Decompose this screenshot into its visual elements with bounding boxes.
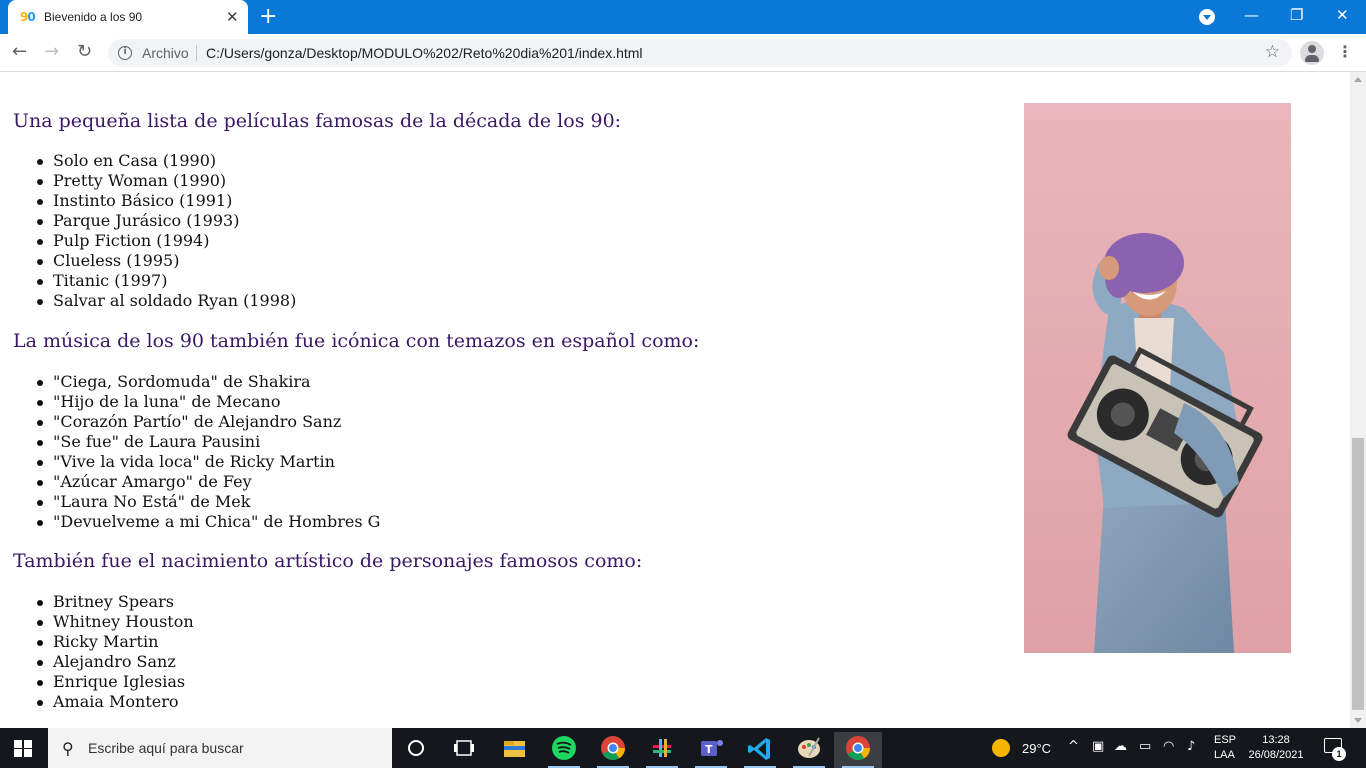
list-item: Parque Jurásico (1993) <box>36 211 296 231</box>
reload-icon[interactable]: ↻ <box>77 41 92 62</box>
site-info-icon[interactable]: i <box>118 46 132 60</box>
list-item: "Vive la vida loca" de Ricky Martin <box>36 452 380 472</box>
list-item: Solo en Casa (1990) <box>36 151 296 171</box>
slack-icon[interactable] <box>638 732 686 768</box>
taskbar-search-box[interactable]: ⚲ Escribe aquí para buscar <box>48 728 392 768</box>
taskbar-clock[interactable]: 13:28 26/08/2021 <box>1246 733 1306 763</box>
list-item: Clueless (1995) <box>36 251 296 271</box>
vscode-icon[interactable] <box>736 732 784 768</box>
svg-text:T: T <box>705 743 713 756</box>
notification-count-badge: 1 <box>1332 747 1346 761</box>
list-item: Alejandro Sanz <box>37 652 194 672</box>
address-bar[interactable]: i Archivo C:/Users/gonza/Desktop/MODULO%… <box>108 39 1292 67</box>
list-item: "Corazón Partío" de Alejandro Sanz <box>36 412 380 432</box>
movies-list: Solo en Casa (1990) Pretty Woman (1990) … <box>36 151 297 311</box>
browser-toolbar: ← → ↻ i Archivo C:/Users/gonza/Desktop/M… <box>0 34 1366 72</box>
hero-photo <box>1024 103 1291 653</box>
search-icon: ⚲ <box>62 739 74 758</box>
more-menu-icon[interactable]: ⋮ <box>1337 42 1353 61</box>
profile-avatar-icon[interactable] <box>1300 41 1324 65</box>
bookmark-star-icon[interactable]: ☆ <box>1265 42 1280 62</box>
tab-title: Bievenido a los 90 <box>44 10 143 24</box>
list-item: "Azúcar Amargo" de Fey <box>36 472 380 492</box>
scrollbar-thumb[interactable] <box>1352 438 1364 710</box>
paint-icon[interactable] <box>785 732 833 768</box>
list-item: Salvar al soldado Ryan (1998) <box>36 291 297 310</box>
restore-icon[interactable]: ❐ <box>1290 6 1303 24</box>
list-item: "Hijo de la luna" de Mecano <box>36 392 380 412</box>
minimize-icon[interactable]: — <box>1244 6 1259 24</box>
list-item: "Laura No Está" de Mek <box>36 492 380 512</box>
teams-icon[interactable]: T <box>687 732 735 768</box>
new-tab-button[interactable]: + <box>259 4 277 29</box>
list-item: Pulp Fiction (1994) <box>36 231 296 251</box>
wifi-icon[interactable]: ◠ <box>1163 739 1174 754</box>
woman-with-boombox-image <box>1024 103 1291 653</box>
list-item: "Devuelveme a mi Chica" de Hombres G <box>36 512 381 531</box>
list-item: Whitney Houston <box>37 612 194 631</box>
music-heading: La música de los 90 también fue icónica … <box>13 330 700 352</box>
spotify-icon[interactable] <box>540 732 588 768</box>
tab-close-icon[interactable]: ✕ <box>226 8 239 26</box>
address-divider <box>196 45 197 61</box>
scroll-down-icon[interactable] <box>1354 718 1362 723</box>
chrome-icon[interactable] <box>589 732 637 768</box>
battery-icon[interactable]: ▭ <box>1139 739 1151 754</box>
list-item: Pretty Woman (1990) <box>36 171 296 191</box>
clock-date: 26/08/2021 <box>1248 749 1304 761</box>
list-item: Titanic (1997) <box>36 271 296 291</box>
list-item: "Se fue" de Laura Pausini <box>36 432 380 452</box>
list-item: Britney Spears <box>37 592 194 612</box>
list-item: Ricky Martin <box>37 632 194 652</box>
list-item: Instinto Básico (1991) <box>36 191 296 211</box>
clock-time: 13:28 <box>1262 734 1290 746</box>
address-scheme: Archivo <box>142 45 189 61</box>
page-content: Una pequeña lista de películas famosas d… <box>0 72 1350 728</box>
keyboard-layout: LAA <box>1214 749 1235 761</box>
back-icon[interactable]: ← <box>12 41 27 62</box>
task-view-icon[interactable] <box>440 732 488 768</box>
chevron-up-icon[interactable]: ^ <box>1068 739 1079 754</box>
language-code: ESP <box>1214 734 1237 746</box>
scroll-up-icon[interactable] <box>1354 77 1362 82</box>
close-window-icon[interactable]: ✕ <box>1336 6 1349 24</box>
cortana-icon[interactable] <box>392 732 440 768</box>
meet-now-icon[interactable]: ▣ <box>1092 739 1104 754</box>
page-scrollbar[interactable] <box>1350 72 1366 728</box>
file-explorer-icon[interactable] <box>490 732 538 768</box>
browser-tab[interactable]: 90 Bievenido a los 90 ✕ <box>8 0 248 34</box>
music-list: "Ciega, Sordomuda" de Shakira "Hijo de l… <box>36 372 381 532</box>
chrome-active-icon[interactable] <box>834 732 882 768</box>
artists-heading: También fue el nacimiento artístico de p… <box>13 550 643 572</box>
tab-search-icon[interactable] <box>1199 9 1215 25</box>
browser-titlebar: 90 Bievenido a los 90 ✕ + — ❐ ✕ <box>0 0 1366 34</box>
tab-favicon-icon: 90 <box>20 10 36 24</box>
forward-icon[interactable]: → <box>44 41 59 62</box>
weather-sun-icon[interactable] <box>992 739 1010 757</box>
artists-list: Britney Spears Whitney Houston Ricky Mar… <box>37 592 194 712</box>
windows-start-icon[interactable] <box>14 740 32 757</box>
list-item: Enrique Iglesias <box>37 672 194 692</box>
movies-heading: Una pequeña lista de películas famosas d… <box>13 110 622 132</box>
onedrive-cloud-icon[interactable]: ☁ <box>1114 739 1127 754</box>
volume-icon[interactable]: ♪ <box>1187 739 1195 754</box>
weather-temperature[interactable]: 29°C <box>1022 741 1051 756</box>
address-url[interactable]: C:/Users/gonza/Desktop/MODULO%202/Reto%2… <box>206 45 643 61</box>
windows-taskbar: ⚲ Escribe aquí para buscar T 29°C ^ ▣ ☁ … <box>0 728 1366 768</box>
search-placeholder: Escribe aquí para buscar <box>88 740 244 756</box>
language-indicator[interactable]: ESP LAA <box>1214 733 1236 763</box>
list-item: "Ciega, Sordomuda" de Shakira <box>36 372 380 392</box>
list-item: Amaia Montero <box>37 692 194 712</box>
